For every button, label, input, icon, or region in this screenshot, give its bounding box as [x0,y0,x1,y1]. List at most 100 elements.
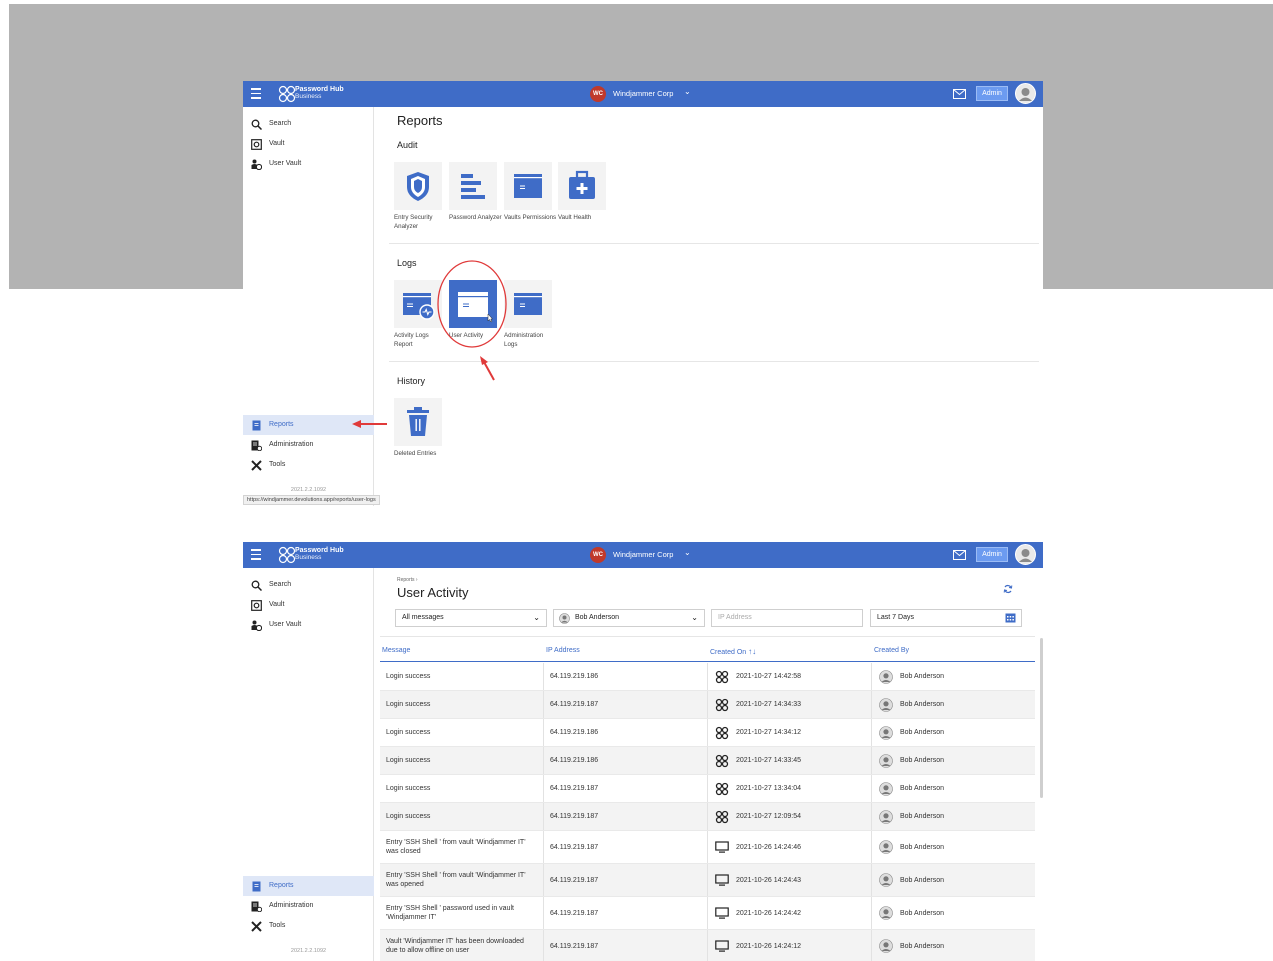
cell-created-on: 2021-10-26 14:24:43 [708,864,872,896]
created-on-value: 2021-10-26 14:24:43 [736,876,801,884]
table-row[interactable]: Login success 64.119.219.186 2021-10-27 14… [380,719,1035,747]
cell-message: Vault 'Windjammer IT' has been downloade… [380,930,544,961]
cell-created-by: Bob Anderson [872,691,1035,718]
user-filter-select[interactable]: Bob Anderson ⌄ [553,609,705,627]
sidebar-item-label: Tools [269,922,286,929]
password-hub-logo-icon [715,726,729,739]
cell-created-by: Bob Anderson [872,803,1035,830]
table-row[interactable]: Login success 64.119.219.187 2021-10-27 14… [380,691,1035,719]
column-header-label: Created On [710,649,747,656]
chevron-down-icon: ⌄ [533,613,540,622]
cell-created-on: 2021-10-27 14:42:58 [708,663,872,690]
created-by-value: Bob Anderson [900,673,944,680]
table-header: Message IP Address Created On ↑↓ Created… [380,641,1035,662]
search-icon [251,580,262,591]
user-avatar-icon [879,669,893,684]
user-avatar-icon [879,753,893,768]
created-by-value: Bob Anderson [900,785,944,792]
sidebar-item-tools[interactable]: Tools [243,916,374,936]
column-header-ip-address[interactable]: IP Address [546,647,580,654]
sort-icon[interactable]: ↑↓ [748,647,756,656]
created-by-value: Bob Anderson [900,729,944,736]
annotation-arrow [483,361,495,381]
user-avatar-icon [879,873,893,887]
table-row[interactable]: Login success 64.119.219.187 2021-10-27 13… [380,775,1035,803]
cell-message: Login success [380,663,544,690]
mail-icon[interactable] [953,550,966,560]
cell-message: Login success [380,803,544,830]
table-row[interactable]: Login success 64.119.219.186 2021-10-27 14… [380,747,1035,775]
user-activity-window: Password Hub Business WC Windjammer Corp… [243,542,1043,961]
cell-message: Login success [380,691,544,718]
admin-button[interactable]: Admin [976,547,1008,562]
column-header-message[interactable]: Message [382,647,410,654]
cell-ip-address: 64.119.219.187 [544,864,708,896]
cell-ip-address: 64.119.219.186 [544,747,708,774]
sidebar: Search Vault User Vault Reports Administ… [243,568,374,961]
user-avatar-icon [879,809,893,824]
sidebar-item-label: Reports [269,882,294,889]
desktop-icon [715,841,729,853]
hamburger-menu-icon[interactable] [251,549,261,561]
cell-message: Login success [380,775,544,802]
password-hub-logo-icon [715,670,729,683]
org-name[interactable]: Windjammer Corp [613,550,673,559]
highlight-circle [437,260,507,348]
created-by-value: Bob Anderson [900,909,944,917]
cell-message: Entry 'SSH Shell ' password used in vaul… [380,897,544,929]
created-on-value: 2021-10-27 14:33:45 [736,757,801,764]
password-hub-logo-icon [715,782,729,795]
sidebar-item-label: Administration [269,902,314,909]
cell-ip-address: 64.119.219.187 [544,775,708,802]
password-hub-logo-icon [715,698,729,711]
ip-address-placeholder: IP Address [718,614,752,621]
ip-address-input[interactable]: IP Address [711,609,863,627]
version-label: 2021.2.2.1092 [290,948,327,954]
user-activity-content: Reports › User Activity All messages ⌄ B… [374,568,1043,961]
sidebar-item-reports[interactable]: Reports [243,876,374,896]
annotation-overlay [352,260,507,428]
created-on-value: 2021-10-27 13:34:04 [736,785,801,792]
created-by-value: Bob Anderson [900,942,944,950]
created-on-value: 2021-10-26 14:24:12 [736,942,801,950]
table-row[interactable]: Login success 64.119.219.187 2021-10-27 12… [380,803,1035,831]
created-on-value: 2021-10-27 14:42:58 [736,673,801,680]
calendar-icon[interactable] [1005,613,1016,623]
sidebar-item-label: Vault [269,601,285,608]
sidebar-item-user-vault[interactable]: User Vault [243,615,374,635]
created-by-value: Bob Anderson [900,876,944,884]
messages-filter-select[interactable]: All messages ⌄ [395,609,547,627]
table-scrollbar[interactable] [1040,638,1043,798]
desktop-icon [715,940,729,952]
user-avatar-icon [879,939,893,953]
refresh-icon[interactable] [1003,584,1013,594]
cell-created-on: 2021-10-27 14:34:12 [708,719,872,746]
header-divider [380,636,1035,637]
period-filter-select[interactable]: Last 7 Days [870,609,1022,627]
breadcrumb[interactable]: Reports › [397,577,418,583]
cell-created-on: 2021-10-26 14:24:42 [708,897,872,929]
user-avatar-icon [879,840,893,854]
table-row[interactable]: Entry 'SSH Shell ' from vault 'Windjamme… [380,831,1035,864]
cell-ip-address: 64.119.219.187 [544,803,708,830]
cell-created-by: Bob Anderson [872,831,1035,863]
user-avatar-icon [879,781,893,796]
created-by-value: Bob Anderson [900,757,944,764]
table-row[interactable]: Entry 'SSH Shell ' password used in vaul… [380,897,1035,930]
cell-ip-address: 64.119.219.186 [544,719,708,746]
sidebar-item-search[interactable]: Search [243,575,374,595]
cell-ip-address: 64.119.219.187 [544,897,708,929]
sidebar-item-vault[interactable]: Vault [243,595,374,615]
column-header-created-by[interactable]: Created By [874,647,909,654]
top-bar: Password Hub Business WC Windjammer Corp… [243,542,1043,568]
chevron-down-icon[interactable]: ⌄ [684,548,691,557]
vault-icon [251,600,262,611]
table-row[interactable]: Vault 'Windjammer IT' has been downloade… [380,930,1035,961]
sidebar-item-administration[interactable]: Administration [243,896,374,916]
table-row[interactable]: Login success 64.119.219.186 2021-10-27 14… [380,663,1035,691]
column-header-created-on[interactable]: Created On ↑↓ [710,647,756,656]
user-avatar-icon [879,697,893,712]
user-avatar-icon[interactable] [1015,544,1036,565]
table-row[interactable]: Entry 'SSH Shell ' from vault 'Windjamme… [380,864,1035,897]
org-avatar[interactable]: WC [590,547,606,563]
